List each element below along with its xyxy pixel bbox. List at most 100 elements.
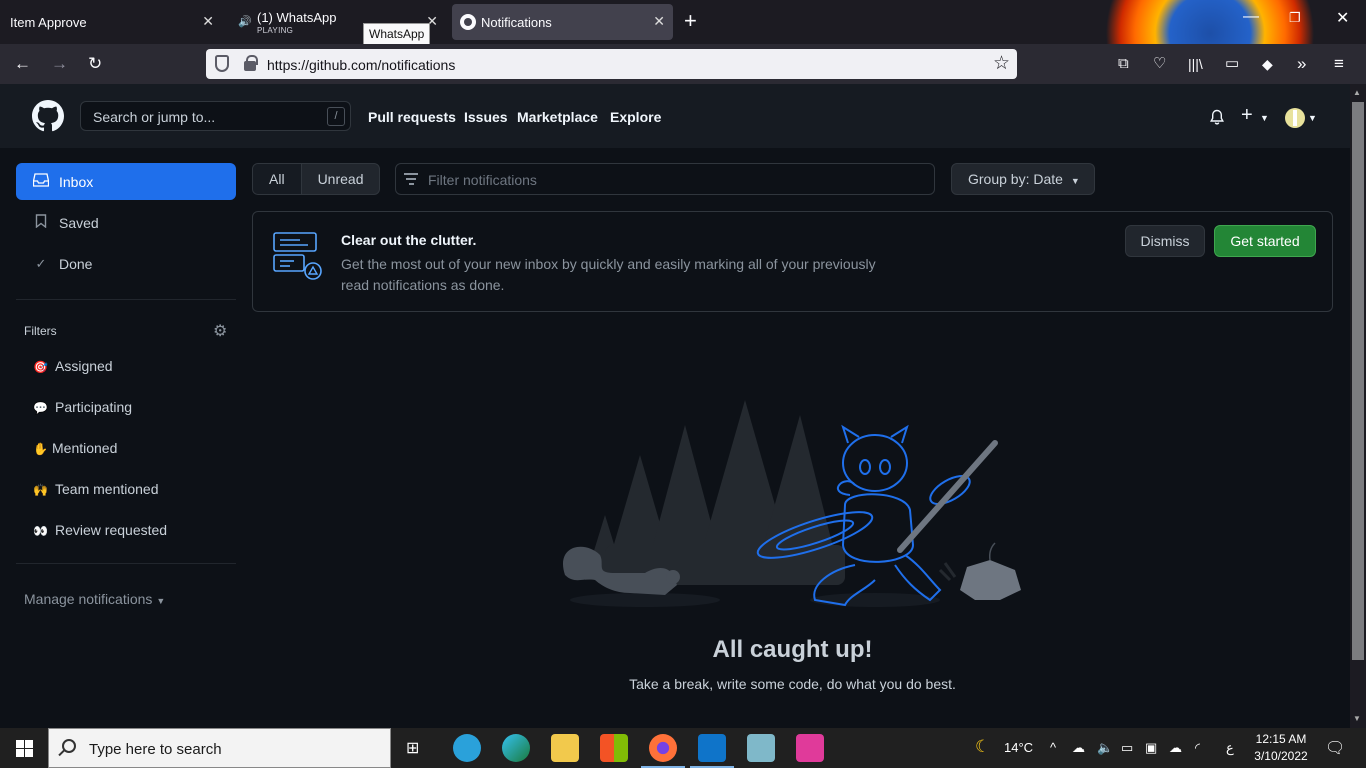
read-filter-segmented-control: All Unread	[252, 163, 381, 195]
filter-label: Mentioned	[52, 440, 118, 456]
tracking-shield-icon[interactable]	[215, 55, 229, 72]
clock-date: 3/10/2022	[1254, 749, 1308, 763]
nav-marketplace[interactable]: Marketplace	[517, 109, 598, 125]
speaker-icon[interactable]: 🔊	[238, 15, 252, 28]
reload-icon[interactable]: ↻	[88, 54, 102, 74]
notification-center-icon[interactable]: 🗨	[1325, 738, 1345, 758]
gear-icon[interactable]: ⚙	[213, 321, 227, 341]
onedrive-icon[interactable]: ☁	[1072, 740, 1085, 756]
inbox-icon	[32, 173, 50, 190]
tab-close-icon[interactable]: ✕	[653, 13, 665, 30]
library-icon[interactable]: |||\	[1188, 54, 1203, 74]
segment-all[interactable]: All	[253, 164, 302, 194]
filter-assigned[interactable]: 🎯 Assigned	[33, 358, 113, 374]
url-text[interactable]: https://github.com/notifications	[267, 57, 455, 73]
file-explorer-icon[interactable]	[551, 734, 579, 762]
page-scrollbar[interactable]: ▲ ▼	[1350, 84, 1366, 728]
back-arrow-icon[interactable]: ←	[14, 54, 31, 74]
vscode-icon[interactable]	[698, 734, 726, 762]
overflow-chevrons-icon[interactable]: »	[1297, 54, 1306, 74]
pocket-icon[interactable]: ♡	[1153, 54, 1166, 74]
bell-icon[interactable]	[1209, 109, 1225, 126]
scroll-up-icon[interactable]: ▲	[1353, 88, 1361, 97]
tab-close-icon[interactable]: ✕	[202, 13, 214, 30]
sidebar-item-inbox[interactable]: Inbox	[16, 163, 236, 200]
rock-icon	[938, 542, 1021, 600]
tray-chevron-icon[interactable]: ^	[1050, 740, 1056, 755]
filter-mentioned[interactable]: ✋ Mentioned	[33, 440, 117, 456]
minimize-icon[interactable]: —	[1243, 8, 1259, 26]
nav-pull-requests[interactable]: Pull requests	[368, 109, 456, 125]
volume-icon[interactable]: 🔈	[1097, 740, 1113, 756]
filter-placeholder: Filter notifications	[428, 172, 537, 188]
group-by-dropdown[interactable]: Group by: Date ▼	[951, 163, 1095, 195]
taskbar-search-input[interactable]: Type here to search	[48, 728, 391, 768]
weather-temp[interactable]: 14°C	[1004, 740, 1033, 755]
filter-review-requested[interactable]: 👀 Review requested	[33, 522, 167, 538]
raised-hand-emoji-icon: ✋	[33, 442, 48, 456]
scroll-thumb[interactable]	[1352, 102, 1364, 660]
sidebar-item-saved[interactable]: Saved	[16, 204, 236, 241]
extensions-icon[interactable]: ⧉	[1118, 54, 1129, 74]
avatar[interactable]	[1285, 108, 1305, 128]
cloud-sync-icon[interactable]: ☁	[1169, 740, 1182, 756]
addon-icon[interactable]: ◆	[1262, 54, 1273, 74]
battery-icon[interactable]: ▭	[1121, 740, 1133, 756]
forward-arrow-icon[interactable]: →	[51, 54, 68, 74]
restore-icon[interactable]: ❐	[1289, 10, 1301, 26]
address-bar[interactable]: https://github.com/notifications ☆	[206, 49, 1017, 79]
firefox-icon[interactable]	[649, 734, 677, 762]
task-view-icon[interactable]: ⊞	[406, 738, 419, 758]
edge-icon[interactable]	[502, 734, 530, 762]
window-close-icon[interactable]: ✕	[1336, 8, 1349, 28]
manage-notifications-label: Manage notifications	[24, 591, 153, 607]
avatar-caret-icon[interactable]: ▼	[1308, 113, 1317, 123]
browser-tab-notifications[interactable]: Notifications ✕	[452, 4, 673, 40]
segment-unread[interactable]: Unread	[302, 164, 380, 194]
github-logo-icon[interactable]	[32, 100, 64, 132]
filter-notifications-input[interactable]: Filter notifications	[395, 163, 935, 195]
network-icon[interactable]: ▣	[1145, 740, 1157, 756]
eyes-emoji-icon: 👀	[33, 524, 48, 538]
wifi-icon[interactable]: ◜	[1195, 740, 1200, 756]
nav-issues[interactable]: Issues	[464, 109, 508, 125]
banner-description: Get the most out of your new inbox by qu…	[341, 256, 876, 293]
caret-down-icon: ▼	[1070, 176, 1080, 186]
manage-notifications-menu[interactable]: Manage notifications ▼	[24, 591, 165, 607]
forest-trees-icon	[585, 400, 845, 585]
sidebar-toggle-icon[interactable]: ▭	[1225, 54, 1239, 74]
group-by-label: Group by: Date	[968, 171, 1063, 187]
windows-taskbar: Type here to search ⊞ ☾ 14°C ^ ☁ 🔈 ▭ ▣ ☁…	[0, 728, 1366, 768]
new-tab-plus-icon[interactable]: +	[684, 10, 697, 32]
scroll-down-icon[interactable]: ▼	[1353, 714, 1361, 723]
input-language[interactable]: ع	[1226, 740, 1234, 756]
telegram-icon[interactable]	[453, 734, 481, 762]
lock-icon[interactable]	[244, 55, 258, 71]
create-new-plus-icon[interactable]: +	[1241, 104, 1253, 127]
raising-hands-emoji-icon: 🙌	[33, 483, 48, 497]
sidebar-divider	[16, 299, 236, 300]
get-started-button[interactable]: Get started	[1214, 225, 1316, 257]
microsoft-store-icon[interactable]	[600, 734, 628, 762]
bookmark-star-icon[interactable]: ☆	[993, 52, 1010, 75]
nav-explore[interactable]: Explore	[610, 109, 661, 125]
filter-participating[interactable]: 💬 Participating	[33, 399, 132, 415]
github-header: Search or jump to... / Pull requests Iss…	[0, 84, 1350, 148]
dismiss-button[interactable]: Dismiss	[1125, 225, 1205, 257]
inbox-zero-illustration-icon	[273, 232, 322, 280]
browser-tab-item-approve[interactable]: Item Approve ✕	[0, 4, 222, 40]
check-icon: ✓	[35, 255, 47, 271]
sidebar-item-done[interactable]: ✓ Done	[16, 245, 236, 282]
filter-team-mentioned[interactable]: 🙌 Team mentioned	[33, 481, 159, 497]
create-caret-icon[interactable]: ▼	[1260, 113, 1269, 123]
windows-start-icon[interactable]	[16, 740, 33, 757]
moon-weather-icon[interactable]: ☾	[975, 737, 990, 757]
system-clock[interactable]: 12:15 AM 3/10/2022	[1245, 731, 1317, 765]
hamburger-menu-icon[interactable]: ≡	[1334, 54, 1344, 74]
filter-label: Participating	[55, 399, 133, 415]
global-search-input[interactable]: Search or jump to... /	[80, 101, 351, 131]
empty-state-title: All caught up!	[712, 636, 873, 663]
notepad-icon[interactable]	[747, 734, 775, 762]
wampserver-icon[interactable]	[796, 734, 824, 762]
filter-label: Review requested	[55, 522, 168, 538]
